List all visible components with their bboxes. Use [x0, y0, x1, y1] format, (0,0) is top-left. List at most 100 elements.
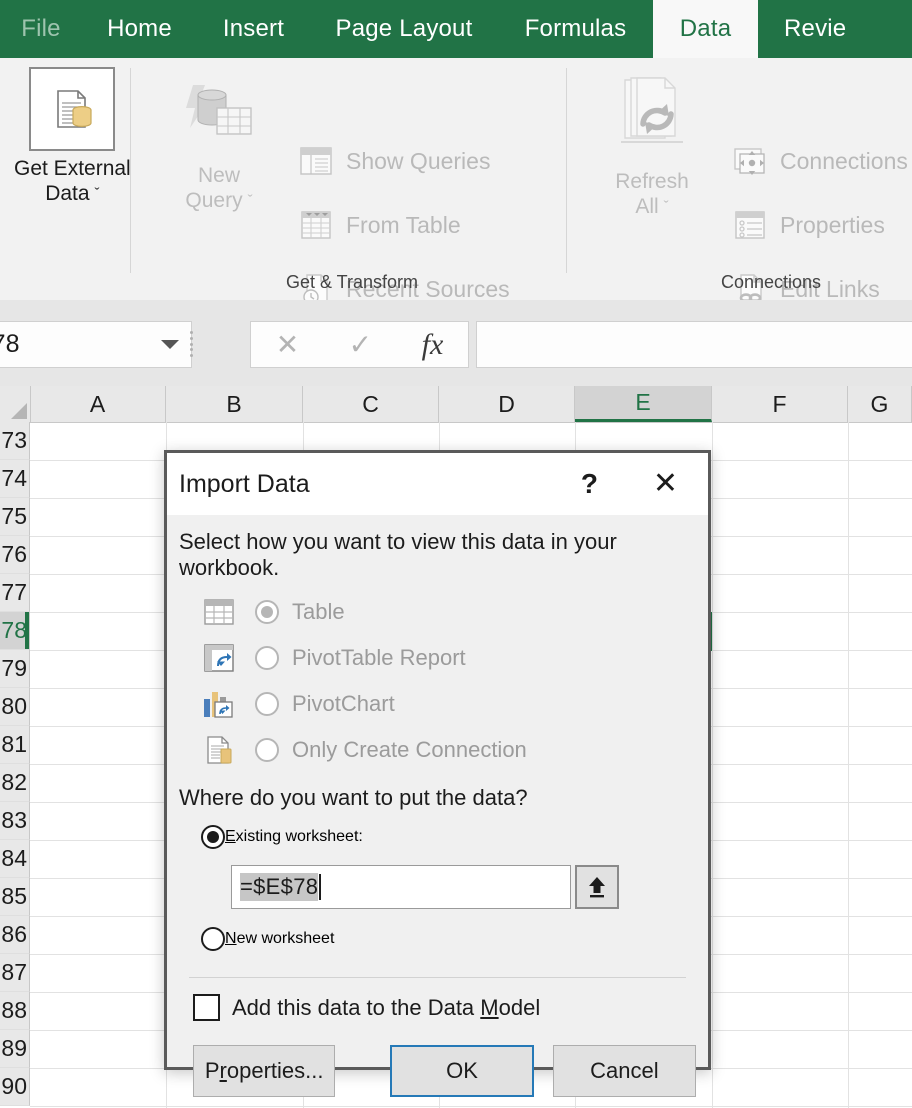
from-table-icon: [296, 205, 336, 245]
option-data-model[interactable]: Add this data to the Data Model: [193, 994, 696, 1021]
placement-question: Where do you want to put the data?: [179, 785, 696, 811]
name-box-value: E78: [0, 330, 19, 359]
connections-button[interactable]: Connections: [730, 141, 908, 181]
option-only-create-connection[interactable]: Only Create Connection: [179, 727, 696, 773]
option-existing-worksheet[interactable]: Existing worksheet:: [179, 815, 696, 859]
refresh-icon: [604, 72, 700, 164]
row-header-80[interactable]: 80: [0, 688, 30, 726]
enter-formula-icon[interactable]: ✓: [349, 331, 372, 359]
tab-formulas[interactable]: Formulas: [498, 0, 653, 58]
ribbon-group-divider-2: [566, 68, 567, 273]
chevron-down-icon[interactable]: ˇ: [95, 185, 100, 203]
label-pivottable-report: PivotTable Report: [292, 645, 466, 671]
row-header-84[interactable]: 84: [0, 840, 30, 878]
option-new-worksheet[interactable]: New worksheet: [179, 917, 696, 961]
close-icon[interactable]: ✕: [653, 469, 678, 499]
dialog-title: Import Data: [179, 470, 310, 499]
row-header-90[interactable]: 90: [0, 1068, 30, 1106]
from-table-label: From Table: [346, 212, 461, 239]
formula-input[interactable]: [476, 321, 912, 368]
grid-line-horizontal: [30, 1106, 912, 1107]
chevron-down-icon[interactable]: ˇ: [664, 198, 669, 216]
row-header-77[interactable]: 77: [0, 574, 30, 612]
name-box[interactable]: E78: [0, 321, 192, 368]
radio-only-create-connection[interactable]: [255, 738, 279, 762]
group-label-get-transform: Get & Transform: [212, 272, 492, 293]
row-header-73[interactable]: 73: [0, 422, 30, 460]
column-header-e[interactable]: E: [575, 386, 712, 422]
dialog-divider: [189, 977, 686, 978]
column-header-g[interactable]: G: [848, 386, 912, 422]
column-header-a[interactable]: A: [30, 386, 166, 422]
radio-pivottable-report[interactable]: [255, 646, 279, 670]
connections-icon: [730, 141, 770, 181]
new-query-label: New Queryˇ: [185, 164, 252, 214]
table-icon: [201, 595, 237, 629]
ok-button[interactable]: OK: [390, 1045, 533, 1097]
pivottable-icon: [201, 641, 237, 675]
cancel-formula-icon[interactable]: ✕: [276, 331, 299, 359]
radio-new-worksheet[interactable]: [201, 927, 225, 951]
checkbox-data-model[interactable]: [193, 994, 220, 1021]
row-header-78[interactable]: 78: [0, 612, 30, 650]
row-header-89[interactable]: 89: [0, 1030, 30, 1068]
formula-bar-grip[interactable]: [190, 331, 194, 357]
group-label-connections: Connections: [640, 272, 902, 293]
new-query-button[interactable]: New Queryˇ: [174, 72, 264, 214]
select-all-corner[interactable]: [0, 386, 31, 422]
properties-button[interactable]: Properties: [730, 205, 885, 245]
column-header-b[interactable]: B: [166, 386, 303, 422]
document-database-icon: [29, 67, 115, 151]
option-pivotchart[interactable]: PivotChart: [179, 681, 696, 727]
row-header-86[interactable]: 86: [0, 916, 30, 954]
tab-data[interactable]: Data: [653, 0, 758, 58]
option-table[interactable]: Table: [179, 589, 696, 635]
from-table-button[interactable]: From Table: [296, 205, 461, 245]
refresh-all-button[interactable]: Refresh Allˇ: [604, 72, 700, 220]
row-header-75[interactable]: 75: [0, 498, 30, 536]
tab-review[interactable]: Revie: [758, 0, 846, 58]
formula-bar-row: E78 ✕ ✓ fx: [0, 300, 912, 386]
row-header-82[interactable]: 82: [0, 764, 30, 802]
radio-table[interactable]: [255, 600, 279, 624]
grid-line-vertical: [712, 422, 713, 1108]
connections-label: Connections: [780, 148, 908, 175]
tab-home[interactable]: Home: [82, 0, 197, 58]
radio-existing-worksheet[interactable]: [201, 825, 225, 849]
reference-input[interactable]: =$E$78: [231, 865, 571, 909]
column-header-c[interactable]: C: [303, 386, 439, 422]
insert-function-icon[interactable]: fx: [422, 330, 444, 360]
properties-dialog-button[interactable]: Properties...: [193, 1045, 335, 1097]
option-pivottable-report[interactable]: PivotTable Report: [179, 635, 696, 681]
formula-action-buttons: ✕ ✓ fx: [250, 321, 469, 368]
tab-file[interactable]: File: [0, 0, 82, 58]
row-header-74[interactable]: 74: [0, 460, 30, 498]
connection-only-icon: [201, 733, 237, 767]
tab-insert[interactable]: Insert: [197, 0, 310, 58]
column-header-d[interactable]: D: [439, 386, 575, 422]
row-header-85[interactable]: 85: [0, 878, 30, 916]
row-header-88[interactable]: 88: [0, 992, 30, 1030]
cancel-button[interactable]: Cancel: [553, 1045, 696, 1097]
row-header-87[interactable]: 87: [0, 954, 30, 992]
chevron-down-icon[interactable]: [161, 340, 179, 349]
collapse-dialog-button[interactable]: [575, 865, 619, 909]
reference-row: =$E$78: [231, 865, 696, 909]
row-header-81[interactable]: 81: [0, 726, 30, 764]
label-pivotchart: PivotChart: [292, 691, 395, 717]
get-external-data-button[interactable]: Get External Dataˇ: [14, 67, 131, 207]
dialog-title-bar: Import Data ? ✕: [167, 453, 708, 515]
properties-label: Properties: [780, 212, 885, 239]
show-queries-button[interactable]: Show Queries: [296, 141, 490, 181]
row-header-79[interactable]: 79: [0, 650, 30, 688]
help-icon[interactable]: ?: [581, 468, 598, 500]
chevron-down-icon[interactable]: ˇ: [248, 192, 253, 210]
row-header-76[interactable]: 76: [0, 536, 30, 574]
radio-pivotchart[interactable]: [255, 692, 279, 716]
column-header-f[interactable]: F: [712, 386, 848, 422]
row-header-83[interactable]: 83: [0, 802, 30, 840]
label-data-model: Add this data to the Data Model: [232, 995, 540, 1021]
pivotchart-icon: [201, 687, 237, 721]
grid-line-vertical: [848, 422, 849, 1108]
tab-page-layout[interactable]: Page Layout: [310, 0, 498, 58]
